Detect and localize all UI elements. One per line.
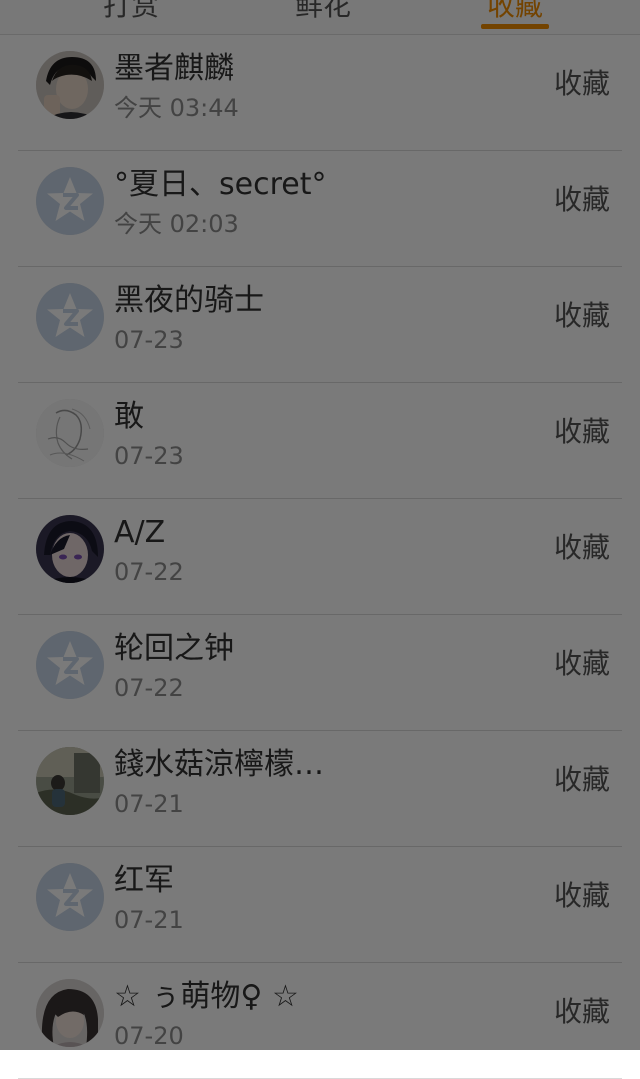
- timestamp: 07-21: [114, 790, 184, 818]
- active-tab-indicator: [481, 24, 549, 29]
- timestamp: 07-21: [114, 906, 184, 934]
- timestamp: 07-20: [114, 1022, 184, 1050]
- timestamp: 07-22: [114, 558, 184, 586]
- list-item[interactable]: 敢 07-23 收藏: [0, 383, 640, 499]
- default-avatar-icon[interactable]: [36, 863, 104, 931]
- timestamp: 07-23: [114, 442, 184, 470]
- timestamp: 07-22: [114, 674, 184, 702]
- list-item[interactable]: 錢水菇涼檸檬… 07-21 收藏: [0, 731, 640, 847]
- user-name: 墨者麒麟: [114, 51, 234, 86]
- avatar[interactable]: [36, 747, 104, 815]
- timestamp: 今天 02:03: [114, 210, 239, 238]
- timestamp: 07-23: [114, 326, 184, 354]
- favorite-label: 收藏: [553, 415, 610, 448]
- favorite-label: 收藏: [553, 531, 610, 564]
- avatar[interactable]: [36, 51, 104, 119]
- user-name: A/Z: [114, 515, 166, 550]
- favorite-label: 收藏: [553, 647, 610, 680]
- avatar[interactable]: [36, 399, 104, 467]
- list-item[interactable]: 红军 07-21 收藏: [0, 847, 640, 963]
- timestamp: 今天 03:44: [114, 94, 239, 122]
- list-item[interactable]: ☆ ぅ萌物♀ ☆ 07-20 收藏: [0, 963, 640, 1079]
- user-name: 轮回之钟: [114, 631, 234, 666]
- list-item[interactable]: °夏日、secret° 今天 02:03 收藏: [0, 151, 640, 267]
- default-avatar-icon[interactable]: [36, 631, 104, 699]
- tab-bar: 打赏 鲜花 收藏: [0, 0, 640, 35]
- favorite-label: 收藏: [553, 879, 610, 912]
- favorite-label: 收藏: [553, 763, 610, 796]
- tab-flowers[interactable]: 鲜花: [295, 0, 351, 28]
- favorite-label: 收藏: [553, 299, 610, 332]
- default-avatar-icon[interactable]: [36, 167, 104, 235]
- list-item[interactable]: A/Z 07-22 收藏: [0, 499, 640, 615]
- user-name: ☆ ぅ萌物♀ ☆: [114, 979, 299, 1014]
- avatar[interactable]: [36, 515, 104, 583]
- list-item[interactable]: 黑夜的骑士 07-23 收藏: [0, 267, 640, 383]
- favorite-label: 收藏: [553, 183, 610, 216]
- tab-reward[interactable]: 打赏: [103, 0, 159, 28]
- user-name: 黑夜的骑士: [114, 283, 264, 318]
- list-item[interactable]: 墨者麒麟 今天 03:44 收藏: [0, 35, 640, 151]
- favorite-label: 收藏: [553, 67, 610, 100]
- user-name: 錢水菇涼檸檬…: [114, 747, 324, 782]
- user-name: 红军: [114, 863, 174, 898]
- user-name: °夏日、secret°: [114, 167, 327, 202]
- favorites-list: 墨者麒麟 今天 03:44 收藏 °夏日、secret° 今天 02:03 收藏…: [0, 35, 640, 1079]
- user-name: 敢: [114, 399, 144, 434]
- default-avatar-icon[interactable]: [36, 283, 104, 351]
- favorite-label: 收藏: [553, 995, 610, 1028]
- avatar[interactable]: [36, 979, 104, 1047]
- list-item[interactable]: 轮回之钟 07-22 收藏: [0, 615, 640, 731]
